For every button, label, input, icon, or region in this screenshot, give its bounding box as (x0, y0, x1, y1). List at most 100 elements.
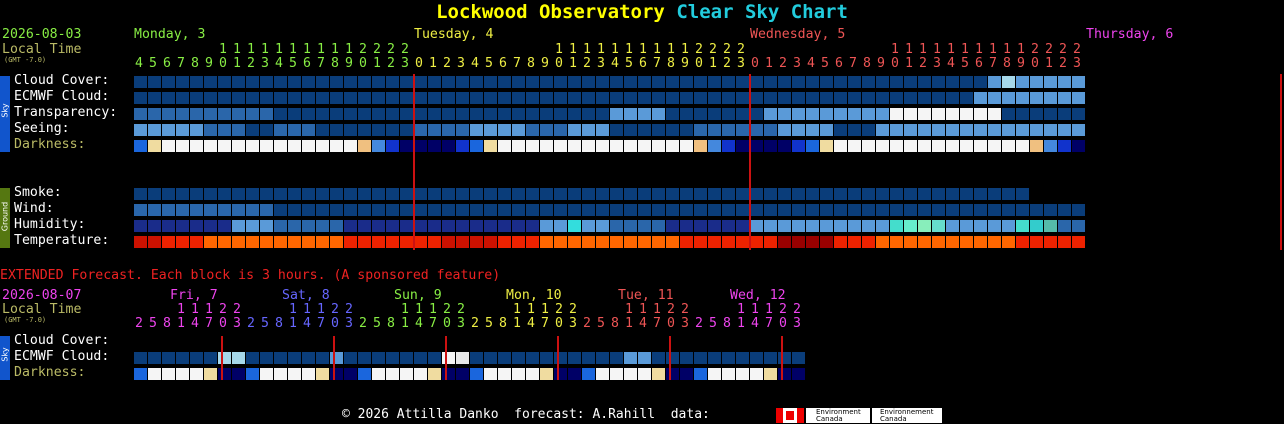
forecast-cell (288, 204, 301, 216)
forecast-cell (680, 204, 693, 216)
forecast-cell (540, 204, 553, 216)
forecast-cell (288, 220, 301, 232)
forecast-cell (792, 236, 805, 248)
forecast-cell (148, 236, 161, 248)
forecast-cell (456, 76, 469, 88)
forecast-cell (638, 204, 651, 216)
extended-darkness-cell (330, 368, 343, 380)
forecast-cell (190, 124, 203, 136)
extended-hour-ones: 5 (373, 316, 381, 331)
forecast-cell (302, 108, 315, 120)
forecast-cell (568, 188, 581, 200)
forecast-cell (582, 76, 595, 88)
forecast-cell (988, 76, 1001, 88)
forecast-cell (498, 188, 511, 200)
forecast-cell (834, 220, 847, 232)
hour-ones: 4 (947, 56, 955, 71)
hour-ones: 4 (807, 56, 815, 71)
extended-darkness-cell (554, 368, 567, 380)
extended-hour-ones: 2 (359, 316, 367, 331)
hour-ones: 5 (149, 56, 157, 71)
forecast-cell (232, 188, 245, 200)
forecast-cell (624, 108, 637, 120)
forecast-cell (960, 124, 973, 136)
forecast-cell (134, 76, 147, 88)
forecast-cell (470, 220, 483, 232)
extended-midnight-line (781, 336, 783, 380)
forecast-cell (1030, 220, 1043, 232)
forecast-cell (694, 188, 707, 200)
forecast-cell (680, 92, 693, 104)
forecast-cell (330, 220, 343, 232)
forecast-cell (876, 108, 889, 120)
forecast-cell (1058, 236, 1071, 248)
forecast-cell (932, 236, 945, 248)
forecast-cell (512, 124, 525, 136)
extended-darkness-cell (568, 368, 581, 380)
extended-forecast-cell (722, 352, 735, 364)
forecast-cell (414, 236, 427, 248)
forecast-cell (708, 188, 721, 200)
forecast-cell (624, 220, 637, 232)
forecast-cell (330, 108, 343, 120)
forecast-cell (414, 76, 427, 88)
forecast-cell (386, 108, 399, 120)
forecast-cell (638, 140, 651, 152)
forecast-cell (484, 220, 497, 232)
hour-ones: 1 (429, 56, 437, 71)
forecast-cell (246, 220, 259, 232)
forecast-cell (400, 124, 413, 136)
extended-hour-ones: 2 (695, 316, 703, 331)
forecast-cell (344, 76, 357, 88)
forecast-cell (750, 76, 763, 88)
forecast-cell (1030, 76, 1043, 88)
forecast-cell (456, 140, 469, 152)
forecast-cell (890, 76, 903, 88)
forecast-cell (470, 76, 483, 88)
extended-darkness-cell (204, 368, 217, 380)
extended-forecast-cell (162, 352, 175, 364)
extended-darkness-cell (176, 368, 189, 380)
forecast-cell (554, 92, 567, 104)
extended-forecast-cell (372, 352, 385, 364)
forecast-cell (512, 76, 525, 88)
forecast-cell (666, 76, 679, 88)
forecast-cell (666, 108, 679, 120)
forecast-cell (428, 188, 441, 200)
hour-ones: 0 (891, 56, 899, 71)
forecast-cell (582, 108, 595, 120)
extended-forecast-cell (204, 352, 217, 364)
forecast-cell (764, 124, 777, 136)
forecast-cell (512, 204, 525, 216)
forecast-cell (568, 108, 581, 120)
forecast-cell (330, 92, 343, 104)
forecast-cell (428, 108, 441, 120)
forecast-cell (946, 236, 959, 248)
forecast-cell (610, 204, 623, 216)
forecast-cell (274, 204, 287, 216)
forecast-cell (274, 188, 287, 200)
gmt-offset: (GMT -7.0) (4, 56, 47, 64)
forecast-cell (806, 124, 819, 136)
forecast-cell (428, 76, 441, 88)
forecast-date: 2026-08-03 (2, 27, 82, 42)
extended-darkness-cell (246, 368, 259, 380)
forecast-cell (792, 92, 805, 104)
extended-hour-ones: 7 (653, 316, 661, 331)
forecast-cell (750, 188, 763, 200)
extended-forecast-cell (638, 352, 651, 364)
forecast-cell (232, 236, 245, 248)
forecast-cell (974, 76, 987, 88)
extended-hour-ones: 5 (261, 316, 269, 331)
extended-hour-ones: 8 (723, 316, 731, 331)
forecast-cell (988, 236, 1001, 248)
forecast-cell (904, 92, 917, 104)
forecast-cell (596, 76, 609, 88)
forecast-cell (862, 92, 875, 104)
forecast-cell (344, 236, 357, 248)
forecast-cell (1016, 108, 1029, 120)
forecast-cell (820, 236, 833, 248)
hour-ones: 3 (1073, 56, 1081, 71)
logo2-text: Environnement Canada (880, 408, 934, 423)
extended-midnight-line (557, 336, 559, 380)
